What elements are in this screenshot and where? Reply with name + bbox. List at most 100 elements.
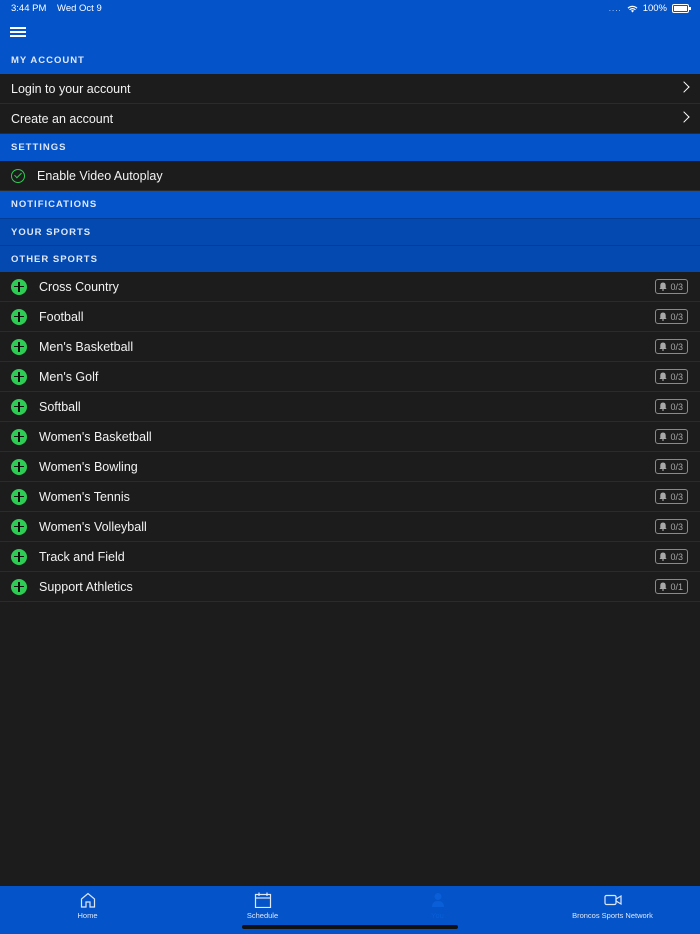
- notification-badge[interactable]: 0/3: [655, 489, 688, 504]
- tab-home[interactable]: Home: [0, 886, 175, 934]
- section-header-my-account: MY ACCOUNT: [0, 47, 700, 74]
- person-icon: [431, 893, 444, 907]
- notification-count: 0/3: [670, 491, 683, 502]
- tab-label: Schedule: [246, 911, 279, 920]
- home-icon: [80, 892, 95, 908]
- notification-badge[interactable]: 0/3: [655, 369, 688, 384]
- add-icon[interactable]: [11, 308, 27, 325]
- sport-row[interactable]: Women's Bowling 0/3: [0, 452, 700, 482]
- bell-icon: [659, 402, 668, 411]
- notification-count: 0/3: [670, 311, 683, 322]
- tab-label: Broncos Sports Network: [572, 911, 653, 920]
- add-icon[interactable]: [11, 458, 27, 475]
- sport-row[interactable]: Track and Field 0/3: [0, 542, 700, 572]
- settings-item-video-autoplay[interactable]: Enable Video Autoplay: [0, 161, 700, 191]
- sport-row[interactable]: Football 0/3: [0, 302, 700, 332]
- sport-label: Cross Country: [39, 279, 119, 294]
- add-icon[interactable]: [11, 278, 27, 295]
- notification-badge[interactable]: 0/3: [655, 399, 688, 414]
- sport-row[interactable]: Softball 0/3: [0, 392, 700, 422]
- section-header-settings: SETTINGS: [0, 134, 700, 161]
- menu-icon[interactable]: [10, 27, 26, 37]
- notification-count: 0/3: [670, 551, 683, 562]
- notification-count: 0/3: [670, 401, 683, 412]
- settings-item-label: Enable Video Autoplay: [37, 168, 163, 183]
- notification-badge[interactable]: 0/3: [655, 549, 688, 564]
- signal-dots-icon: ....: [608, 4, 622, 13]
- status-date: Wed Oct 9: [57, 3, 102, 14]
- sport-label: Softball: [39, 399, 81, 414]
- bell-icon: [659, 522, 668, 531]
- section-header-your-sports: YOUR SPORTS: [0, 218, 700, 245]
- notification-count: 0/3: [670, 371, 683, 382]
- sport-label: Men's Golf: [39, 369, 99, 384]
- sport-label: Women's Basketball: [39, 429, 152, 444]
- video-camera-icon: [603, 894, 622, 906]
- add-icon[interactable]: [11, 578, 27, 595]
- create-account-row[interactable]: Create an account: [0, 104, 700, 134]
- add-icon[interactable]: [11, 368, 27, 385]
- login-row[interactable]: Login to your account: [0, 74, 700, 104]
- sport-label: Track and Field: [39, 549, 125, 564]
- sport-label: Women's Bowling: [39, 459, 138, 474]
- account-list: Login to your account Create an account: [0, 74, 700, 134]
- add-icon[interactable]: [11, 548, 27, 565]
- chevron-right-icon: [678, 81, 690, 93]
- row-label: Login to your account: [11, 81, 131, 96]
- notification-count: 0/3: [670, 281, 683, 292]
- section-header-other-sports: OTHER SPORTS: [0, 245, 700, 272]
- sport-label: Women's Volleyball: [39, 519, 147, 534]
- sports-list: Cross Country 0/3 Football 0/3 Men's Basketb…: [0, 272, 700, 602]
- sport-row[interactable]: Men's Golf 0/3: [0, 362, 700, 392]
- chevron-right-icon: [678, 111, 690, 123]
- notification-badge[interactable]: 0/1: [655, 579, 688, 594]
- battery-icon: [672, 4, 691, 13]
- home-indicator: [242, 925, 458, 929]
- wifi-icon: [627, 5, 638, 12]
- notification-count: 0/1: [670, 581, 683, 592]
- bell-icon: [659, 282, 668, 291]
- bell-icon: [659, 462, 668, 471]
- notification-count: 0/3: [670, 521, 683, 532]
- tab-broncos-sports-network[interactable]: Broncos Sports Network: [525, 886, 700, 934]
- sport-row[interactable]: Women's Basketball 0/3: [0, 422, 700, 452]
- bell-icon: [659, 342, 668, 351]
- sport-row[interactable]: Women's Volleyball 0/3: [0, 512, 700, 542]
- sport-label: Support Athletics: [39, 579, 133, 594]
- bell-icon: [659, 492, 668, 501]
- top-bar: 3:44 PM Wed Oct 9 .... 100%: [0, 0, 700, 47]
- section-header-notifications: NOTIFICATIONS: [0, 191, 700, 218]
- notification-badge[interactable]: 0/3: [655, 429, 688, 444]
- add-icon[interactable]: [11, 518, 27, 535]
- notification-badge[interactable]: 0/3: [655, 309, 688, 324]
- status-time: 3:44 PM: [11, 3, 47, 14]
- add-icon[interactable]: [11, 398, 27, 415]
- sport-label: Men's Basketball: [39, 339, 134, 354]
- row-label: Create an account: [11, 111, 114, 126]
- bell-icon: [659, 552, 668, 561]
- sport-row[interactable]: Support Athletics 0/1: [0, 572, 700, 602]
- notification-badge[interactable]: 0/3: [655, 519, 688, 534]
- sport-label: Women's Tennis: [39, 489, 130, 504]
- bell-icon: [659, 432, 668, 441]
- add-icon[interactable]: [11, 488, 27, 505]
- sport-label: Football: [39, 309, 84, 324]
- bell-icon: [659, 312, 668, 321]
- add-icon[interactable]: [11, 428, 27, 445]
- calendar-icon: [254, 892, 271, 908]
- tab-label: You: [431, 911, 444, 920]
- notification-count: 0/3: [670, 431, 683, 442]
- notification-count: 0/3: [670, 461, 683, 472]
- notification-badge[interactable]: 0/3: [655, 279, 688, 294]
- sport-row[interactable]: Cross Country 0/3: [0, 272, 700, 302]
- battery-percent: 100%: [642, 3, 667, 14]
- tab-label: Home: [77, 911, 98, 920]
- bell-icon: [659, 372, 668, 381]
- notification-badge[interactable]: 0/3: [655, 459, 688, 474]
- add-icon[interactable]: [11, 338, 27, 355]
- notification-count: 0/3: [670, 341, 683, 352]
- sport-row[interactable]: Women's Tennis 0/3: [0, 482, 700, 512]
- notification-badge[interactable]: 0/3: [655, 339, 688, 354]
- bell-icon: [659, 582, 668, 591]
- sport-row[interactable]: Men's Basketball 0/3: [0, 332, 700, 362]
